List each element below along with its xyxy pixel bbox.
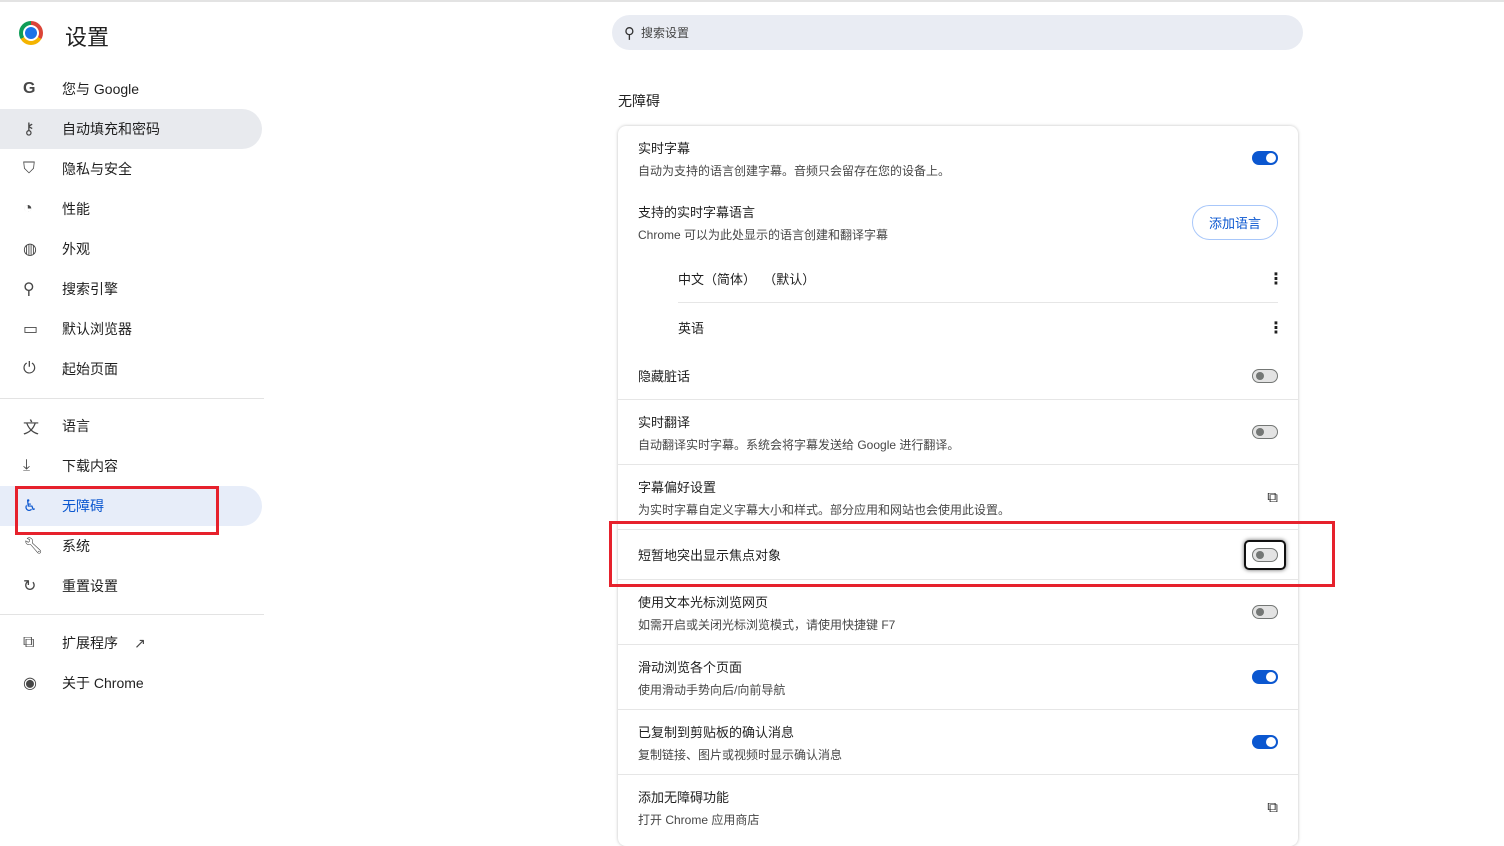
speedometer-icon: ◔: [23, 200, 33, 217]
setting-desc: 如需开启或关闭光标浏览模式，请使用快捷键 F7: [638, 617, 896, 632]
setting-title: 实时字幕: [638, 140, 691, 156]
translate-icon: 文: [23, 420, 40, 437]
live-caption-toggle[interactable]: [1252, 151, 1278, 165]
highlight-annotation: [609, 521, 1335, 587]
sidebar-item-reset[interactable]: ↻ 重置设置: [0, 566, 262, 606]
clipboard-toggle[interactable]: [1252, 735, 1278, 749]
setting-caption-languages: 支持的实时字幕语言 Chrome 可以为此处显示的语言创建和翻译字幕 添加语言: [618, 190, 1298, 254]
sidebar-item-autofill[interactable]: ⚷ 自动填充和密码: [0, 109, 262, 149]
shield-icon: ⛉: [23, 160, 36, 177]
setting-desc: 打开 Chrome 应用商店: [638, 812, 760, 827]
setting-add-accessibility-features[interactable]: 添加无障碍功能打开 Chrome 应用商店 ⧉: [618, 774, 1298, 839]
external-link-icon: ↗: [134, 634, 146, 651]
sidebar-item-extensions[interactable]: ⧉ 扩展程序 ↗: [0, 623, 262, 663]
external-link-icon: ⧉: [1267, 488, 1278, 506]
search-icon: ⚲: [23, 281, 35, 298]
caret-browsing-toggle[interactable]: [1252, 605, 1278, 619]
sidebar-item-search-engine[interactable]: ⚲ 搜索引擎: [0, 269, 262, 309]
setting-title: 字幕偏好设置: [638, 479, 717, 495]
sidebar-item-about[interactable]: ◉ 关于 Chrome: [0, 663, 262, 703]
sidebar-item-label: 隐私与安全: [62, 161, 132, 177]
setting-title: 添加无障碍功能: [638, 789, 730, 805]
reset-icon: ↻: [23, 578, 37, 595]
sidebar-item-google[interactable]: G 您与 Google: [0, 69, 262, 109]
setting-title: 隐藏脏话: [638, 369, 691, 384]
power-icon: ⏻: [23, 360, 36, 377]
accessibility-card: 实时字幕自动为支持的语言创建字幕。音频只会留存在您的设备上。 支持的实时字幕语言…: [618, 126, 1298, 846]
sidebar-item-label: 语言: [62, 418, 90, 434]
more-vert-icon[interactable]: ⋮: [1268, 269, 1284, 289]
setting-live-caption: 实时字幕自动为支持的语言创建字幕。音频只会留存在您的设备上。: [618, 126, 1298, 190]
sidebar-item-performance[interactable]: ◔ 性能: [0, 189, 262, 229]
page-title: 设置: [65, 25, 110, 50]
sidebar-item-default-browser[interactable]: ▭ 默认浏览器: [0, 309, 262, 349]
setting-title: 支持的实时字幕语言: [638, 204, 756, 220]
setting-title: 使用文本光标浏览网页: [638, 594, 769, 610]
palette-icon: ◍: [23, 241, 37, 258]
more-vert-icon[interactable]: ⋮: [1268, 318, 1284, 338]
setting-desc: 为实时字幕自定义字幕大小和样式。部分应用和网站也会使用此设置。: [638, 502, 1011, 517]
language-item: 英语 ⋮: [618, 303, 1298, 352]
search-icon: ⚲: [624, 24, 635, 42]
browser-icon: ▭: [23, 321, 39, 338]
setting-title: 已复制到剪贴板的确认消息: [638, 724, 795, 740]
setting-title: 实时翻译: [638, 414, 691, 430]
chrome-icon: ◉: [23, 675, 37, 692]
sidebar-item-label: 系统: [62, 538, 90, 554]
sidebar-item-startup[interactable]: ⏻ 起始页面: [0, 349, 262, 389]
sidebar-divider: [0, 398, 264, 399]
setting-desc: 复制链接、图片或视频时显示确认消息: [638, 747, 843, 762]
language-label: 英语: [678, 321, 705, 336]
sidebar-item-label: 搜索引擎: [62, 281, 118, 297]
sidebar-item-label: 自动填充和密码: [62, 121, 160, 137]
setting-caret-browsing: 使用文本光标浏览网页如需开启或关闭光标浏览模式，请使用快捷键 F7: [618, 579, 1298, 644]
setting-desc: 自动为支持的语言创建字幕。音频只会留存在您的设备上。: [638, 163, 951, 178]
chrome-logo: [19, 21, 43, 45]
sidebar-item-label: 默认浏览器: [62, 321, 132, 337]
sidebar-item-downloads[interactable]: ⤓ 下载内容: [0, 446, 262, 486]
highlight-annotation: [15, 486, 219, 535]
search-input[interactable]: ⚲ 搜索设置: [612, 15, 1303, 50]
external-link-icon: ⧉: [1267, 798, 1278, 816]
setting-swipe-navigation: 滑动浏览各个页面使用滑动手势向后/向前导航: [618, 644, 1298, 709]
setting-desc: 自动翻译实时字幕。系统会将字幕发送给 Google 进行翻译。: [638, 437, 960, 452]
sidebar-item-label: 您与 Google: [62, 81, 140, 97]
google-icon: G: [23, 80, 36, 97]
sidebar-item-label: 性能: [62, 201, 90, 217]
setting-desc: Chrome 可以为此处显示的语言创建和翻译字幕: [638, 227, 889, 242]
setting-title: 滑动浏览各个页面: [638, 659, 743, 675]
wrench-icon: 🔧︎: [23, 538, 44, 555]
language-item: 中文（简体） （默认） ⋮: [618, 254, 1298, 303]
swipe-navigation-toggle[interactable]: [1252, 670, 1278, 684]
search-placeholder: 搜索设置: [641, 26, 690, 40]
sidebar-item-appearance[interactable]: ◍ 外观: [0, 229, 262, 269]
download-icon: ⤓: [23, 457, 31, 474]
sidebar-item-label: 扩展程序: [62, 635, 118, 651]
add-language-button[interactable]: 添加语言: [1191, 204, 1278, 240]
sidebar-item-privacy[interactable]: ⛉ 隐私与安全: [0, 149, 262, 189]
extension-icon: ⧉: [23, 634, 35, 651]
setting-clipboard-confirmation: 已复制到剪贴板的确认消息复制链接、图片或视频时显示确认消息: [618, 709, 1298, 774]
key-icon: ⚷: [23, 121, 35, 138]
sidebar-item-languages[interactable]: 文 语言: [0, 406, 262, 446]
mask-profanity-toggle[interactable]: [1252, 368, 1278, 383]
sidebar-item-label: 外观: [62, 241, 90, 257]
sidebar-item-label: 下载内容: [62, 458, 118, 474]
setting-live-translate: 实时翻译自动翻译实时字幕。系统会将字幕发送给 Google 进行翻译。: [618, 399, 1298, 464]
setting-desc: 使用滑动手势向后/向前导航: [638, 682, 786, 697]
setting-mask-profanity: 隐藏脏话: [618, 352, 1298, 399]
section-title: 无障碍: [618, 93, 660, 109]
live-translate-toggle[interactable]: [1252, 425, 1278, 439]
setting-caption-preferences[interactable]: 字幕偏好设置为实时字幕自定义字幕大小和样式。部分应用和网站也会使用此设置。 ⧉: [618, 464, 1298, 529]
sidebar-item-label: 关于 Chrome: [62, 675, 144, 691]
sidebar-divider: [0, 614, 264, 615]
sidebar-item-label: 重置设置: [62, 578, 118, 594]
language-label: 中文（简体） （默认）: [678, 272, 816, 287]
sidebar-item-label: 起始页面: [62, 361, 118, 377]
